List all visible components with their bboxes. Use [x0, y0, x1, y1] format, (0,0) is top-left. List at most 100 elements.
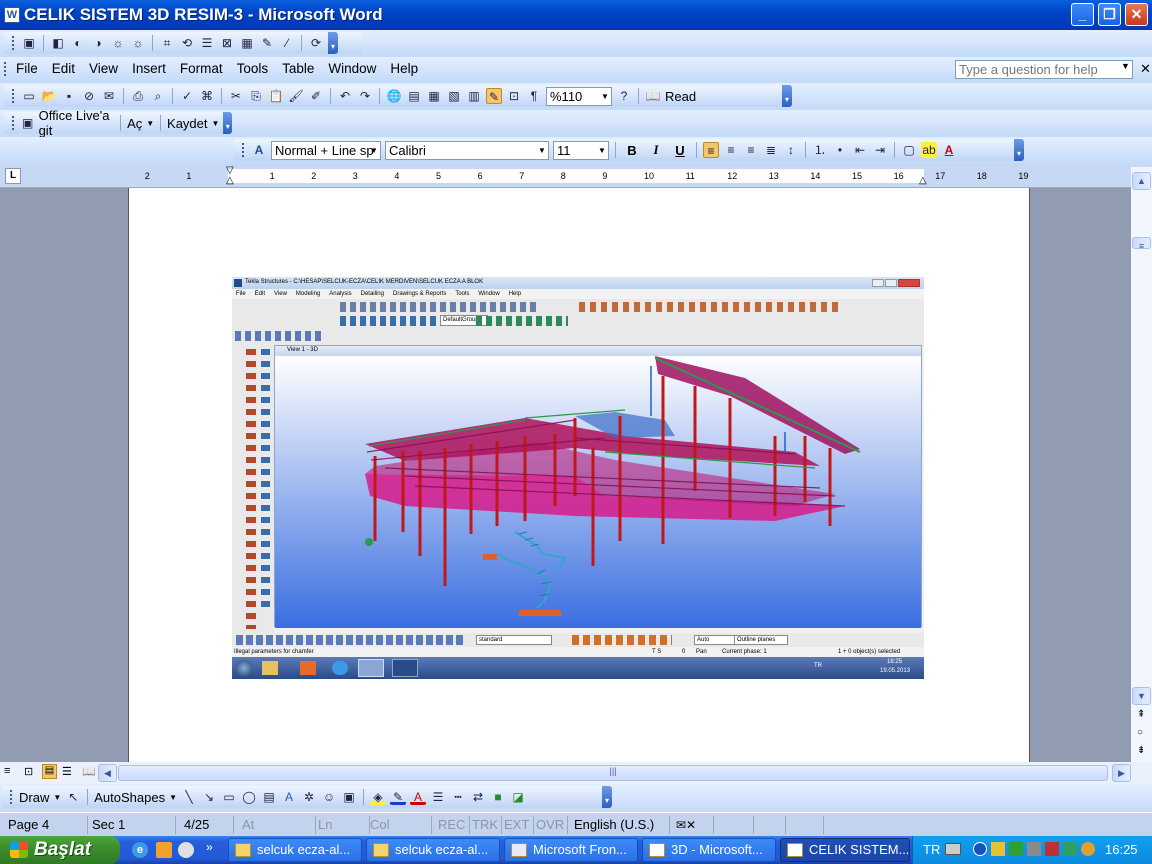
print-preview-icon[interactable]: ⌕ — [150, 88, 166, 104]
draw-menu-button[interactable]: Draw — [19, 790, 49, 805]
less-brightness-icon[interactable]: ☼ — [130, 35, 146, 51]
scroll-up-button[interactable]: ▲ — [1132, 172, 1151, 190]
menu-format[interactable]: Format — [173, 61, 230, 76]
spelling-status-icon[interactable]: ✉✕ — [676, 816, 714, 834]
antivirus-icon[interactable] — [1009, 842, 1023, 856]
arrow-style-icon[interactable]: ⇄ — [470, 789, 486, 805]
format-painter-icon[interactable]: 🖌 — [288, 88, 304, 104]
cut-icon[interactable]: ✂ — [228, 88, 244, 104]
select-objects-icon[interactable]: ↖ — [65, 789, 81, 805]
help-search-input[interactable]: Type a question for help — [955, 60, 1133, 79]
align-left-icon[interactable]: ≡ — [703, 142, 719, 158]
menu-edit[interactable]: Edit — [45, 61, 82, 76]
save-menu-button[interactable]: Kaydet — [167, 116, 207, 131]
align-center-icon[interactable]: ≡ — [723, 142, 739, 158]
scroll-left-button[interactable]: ◀ — [98, 764, 117, 782]
start-button[interactable]: Başlat — [0, 836, 120, 864]
increase-indent-icon[interactable]: ⇥ — [872, 142, 888, 158]
previous-page-button[interactable]: ⇞ — [1137, 709, 1145, 720]
email-icon[interactable]: ✉ — [101, 88, 117, 104]
more-brightness-icon[interactable]: ☼ — [110, 35, 126, 51]
network-icon[interactable] — [1027, 842, 1041, 856]
rotate-icon[interactable]: ⟲ — [179, 35, 195, 51]
language-indicator[interactable]: TR — [923, 842, 940, 857]
read-icon[interactable]: 📖 — [645, 88, 661, 104]
status-rec[interactable]: REC — [438, 816, 470, 834]
research-icon[interactable]: ⌘ — [199, 88, 215, 104]
toolbar-options-chevron[interactable]: ▾ — [602, 786, 612, 808]
fill-color-icon[interactable]: ◈ — [370, 789, 387, 805]
underline-button[interactable]: U — [670, 143, 690, 158]
toolbar-options-chevron[interactable]: ▾ — [782, 85, 792, 107]
keyboard-icon[interactable] — [945, 843, 961, 855]
open-menu-button[interactable]: Aç — [127, 116, 142, 131]
highlight-icon[interactable]: ab — [921, 142, 937, 158]
toolbar-grip[interactable] — [12, 36, 15, 50]
permission-icon[interactable]: ⊘ — [81, 88, 97, 104]
vertical-scrollbar[interactable]: ▲ ≡ ▼ ⇞ ○ ⇟ — [1131, 167, 1152, 764]
tray-app-icon-3[interactable] — [1081, 842, 1095, 856]
drawing-icon[interactable]: ✎ — [486, 88, 502, 104]
taskbar-item-selcuk-2[interactable]: selcuk ecza-al... — [366, 838, 500, 862]
styles-formatting-icon[interactable]: A — [251, 142, 267, 158]
tray-app-icon[interactable] — [1045, 842, 1059, 856]
document-map-icon[interactable]: ⊡ — [506, 88, 522, 104]
quicklaunch-expand-icon[interactable]: » — [206, 840, 213, 854]
minimize-button[interactable]: _ — [1071, 3, 1094, 26]
ie-quicklaunch-icon[interactable]: e — [132, 842, 148, 858]
redo-icon[interactable]: ↷ — [357, 88, 373, 104]
format-picture-icon[interactable]: ✎ — [259, 35, 275, 51]
horizontal-ruler[interactable]: L 2 1 1 2 3 4 5 6 7 8 9 10 11 12 13 14 15 16 17 18 19 ▽ △ △ — [0, 164, 1152, 188]
paste-icon[interactable]: 📋 — [268, 88, 284, 104]
decrease-indent-icon[interactable]: ⇤ — [852, 142, 868, 158]
more-contrast-icon[interactable]: ◐ — [70, 35, 86, 51]
copy-icon[interactable]: ⎘ — [248, 88, 264, 104]
office-live-button[interactable]: Office Live'a git — [39, 108, 115, 138]
menu-table[interactable]: Table — [275, 61, 321, 76]
toolbar-options-chevron[interactable]: ▾ — [328, 32, 338, 54]
outline-view-button[interactable]: ☰ — [62, 765, 72, 778]
normal-view-button[interactable]: ≡ — [4, 765, 10, 777]
clip-art-icon[interactable]: ☺ — [321, 789, 337, 805]
help-icon[interactable]: ? — [616, 88, 632, 104]
close-button[interactable]: ✕ — [1125, 3, 1148, 26]
align-right-icon[interactable]: ≡ — [743, 142, 759, 158]
toolbar-options-chevron[interactable]: ▾ — [223, 112, 233, 134]
insert-table-icon[interactable]: ▦ — [426, 88, 442, 104]
set-transparent-icon[interactable]: ⁄ — [279, 35, 295, 51]
columns-icon[interactable]: ▥ — [466, 88, 482, 104]
line-style-icon[interactable]: ☰ — [199, 35, 215, 51]
web-layout-view-button[interactable]: ⊡ — [24, 765, 33, 778]
italic-button[interactable]: I — [646, 142, 666, 158]
crop-icon[interactable]: ⌗ — [159, 35, 175, 51]
numbering-icon[interactable]: ⒈ — [812, 142, 828, 158]
hyperlink-icon[interactable]: 🌐 — [386, 88, 402, 104]
insert-excel-icon[interactable]: ▧ — [446, 88, 462, 104]
menu-tools[interactable]: Tools — [230, 61, 276, 76]
font-color-icon[interactable]: A — [941, 142, 957, 158]
justify-icon[interactable]: ≣ — [763, 142, 779, 158]
tables-borders-icon[interactable]: ▤ — [406, 88, 422, 104]
rectangle-icon[interactable]: ▭ — [221, 789, 237, 805]
indent-marker[interactable]: ▽ △ — [226, 166, 235, 186]
taskbar-item-selcuk-1[interactable]: selcuk ecza-al... — [228, 838, 362, 862]
taskbar-item-celik-sistem[interactable]: CELIK SISTEM... — [780, 838, 910, 862]
menu-file[interactable]: File — [9, 61, 45, 76]
print-icon[interactable]: ⎙ — [130, 88, 146, 104]
status-ovr[interactable]: OVR — [536, 816, 568, 834]
style-combo[interactable]: Normal + Line sp ▼ — [271, 140, 381, 160]
close-document-button[interactable]: ✕ — [1140, 61, 1151, 77]
line-spacing-icon[interactable]: ↕ — [783, 142, 799, 158]
scroll-thumb[interactable]: ≡ — [1132, 237, 1151, 251]
read-button[interactable]: Read — [665, 89, 696, 104]
compress-icon[interactable]: ⊠ — [219, 35, 235, 51]
reset-picture-icon[interactable]: ⟳ — [308, 35, 324, 51]
help-dropdown-arrow[interactable]: ▼ — [1121, 61, 1133, 71]
embedded-tekla-screenshot[interactable]: Tekla Structures - C:\HESAP\SELCUK-ECZA\… — [232, 277, 924, 679]
oval-icon[interactable]: ◯ — [241, 789, 257, 805]
color-icon[interactable]: ◧ — [50, 35, 66, 51]
next-page-button[interactable]: ⇟ — [1137, 745, 1145, 756]
insert-picture-icon[interactable]: ▣ — [21, 35, 37, 51]
arrow-icon[interactable]: ↘ — [201, 789, 217, 805]
clock[interactable]: 16:25 — [1105, 842, 1138, 857]
